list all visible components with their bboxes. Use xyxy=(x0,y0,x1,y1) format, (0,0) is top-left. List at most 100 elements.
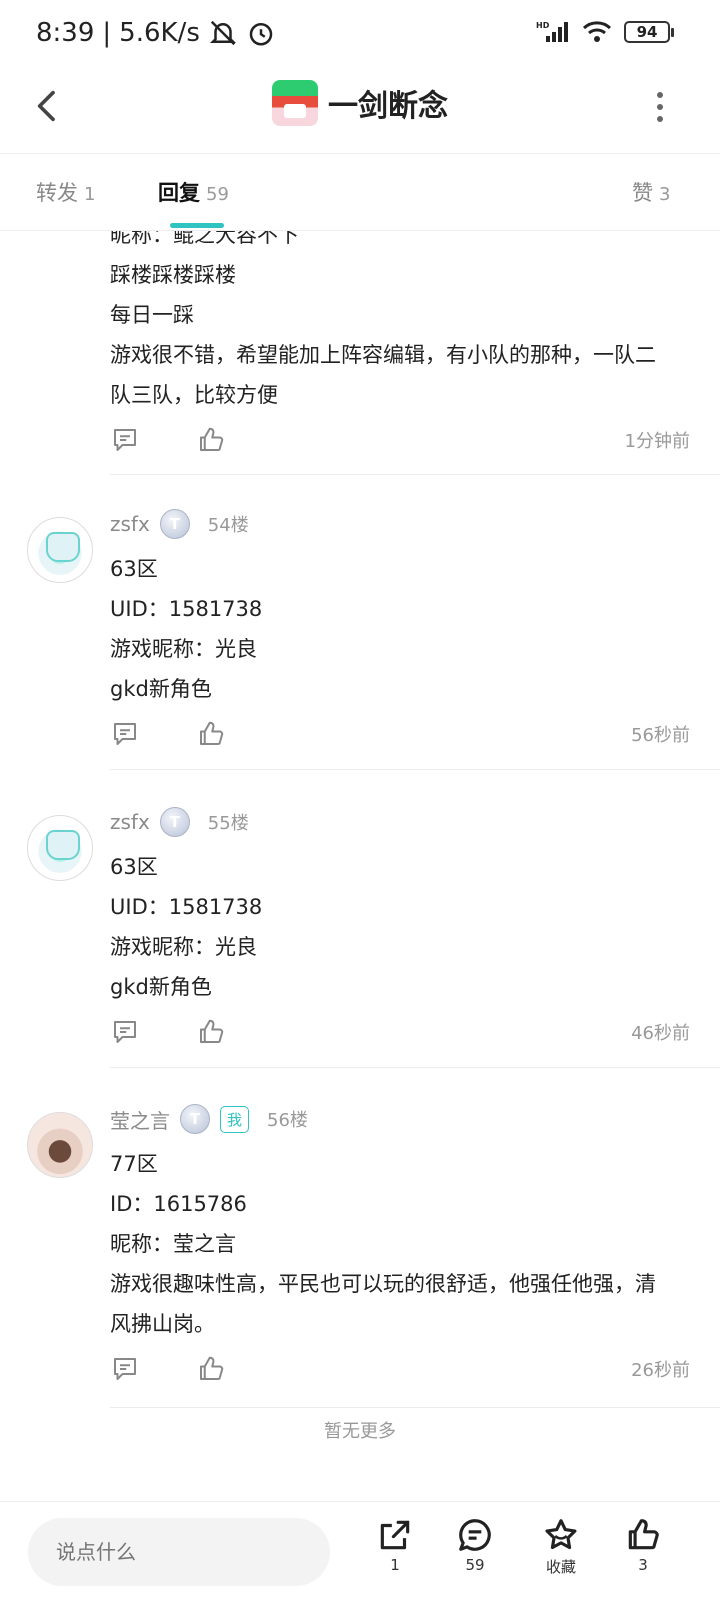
tab-repost[interactable]: 转发 1 xyxy=(36,177,95,207)
screen: 8:39 | 5.6K/s HD 94 一剑断念 转发 1 回复 59 赞 3 … xyxy=(0,0,720,1600)
status-right: HD 94 xyxy=(536,20,674,44)
post-divider xyxy=(110,1407,720,1408)
post-actions: 46秒前 xyxy=(110,1017,690,1051)
avatar[interactable] xyxy=(27,517,93,583)
post-text-line: 昵称：莹之言 xyxy=(110,1232,236,1256)
post-text-line: gkd新角色 xyxy=(110,975,212,999)
battery-icon: 94 xyxy=(624,21,674,43)
floor-number: 54楼 xyxy=(207,515,249,536)
post-divider xyxy=(110,1067,720,1068)
thumbs-up-icon[interactable] xyxy=(196,1017,226,1047)
status-separator: | xyxy=(102,18,112,48)
post-text-line: 游戏很不错，希望能加上阵容编辑，有小队的那种，一队二 xyxy=(110,343,656,367)
like-button[interactable]: 3 xyxy=(608,1516,678,1574)
comment-button[interactable]: 59 xyxy=(440,1516,510,1574)
tab-repost-count: 1 xyxy=(84,184,96,205)
post-time: 56秒前 xyxy=(631,725,690,746)
like-count: 3 xyxy=(638,1556,648,1574)
star-icon xyxy=(545,1519,577,1550)
floor-number: 55楼 xyxy=(207,813,249,834)
level-badge: T xyxy=(180,1104,210,1134)
page-title: 一剑断念 xyxy=(328,89,448,124)
tab-replies-count: 59 xyxy=(206,184,229,205)
post-text-line: gkd新角色 xyxy=(110,677,212,701)
thumbs-up-icon[interactable] xyxy=(196,719,226,749)
post-actions: 26秒前 xyxy=(110,1354,690,1388)
post-text-line: 踩楼踩楼踩楼 xyxy=(110,263,236,287)
post-divider xyxy=(110,474,720,475)
bell-muted-icon xyxy=(209,20,236,46)
post-text-line: 77区 xyxy=(110,1152,158,1176)
tab-bar: 转发 1 回复 59 赞3 xyxy=(0,155,720,231)
username[interactable]: zsfx xyxy=(110,810,150,834)
post-actions: 56秒前 xyxy=(110,719,690,753)
share-icon xyxy=(380,1520,410,1550)
tab-replies[interactable]: 回复 59 xyxy=(158,177,229,207)
post-actions: 1分钟前 xyxy=(110,425,690,459)
post-text-line: 每日一踩 xyxy=(110,303,194,327)
post-text-line: 风拂山岗。 xyxy=(110,1312,215,1336)
post-time: 26秒前 xyxy=(631,1360,690,1381)
post-text-line: UID：1581738 xyxy=(110,895,263,919)
no-more-indicator: 暂无更多 xyxy=(324,1421,396,1442)
comment-icon[interactable] xyxy=(110,1017,140,1047)
comment-icon[interactable] xyxy=(110,1354,140,1384)
avatar[interactable] xyxy=(27,815,93,881)
share-count: 1 xyxy=(390,1556,400,1574)
wifi-icon xyxy=(582,21,612,42)
post-text-line: 昵称：鲲之大容不下 xyxy=(110,231,299,247)
post-divider xyxy=(110,769,720,770)
tab-replies-label: 回复 xyxy=(158,181,200,205)
bottom-action-bar: 1 59 收藏 3 xyxy=(0,1501,720,1600)
post-text-line: 63区 xyxy=(110,855,158,879)
status-left: 8:39 | 5.6K/s xyxy=(36,18,276,48)
post-time: 1分钟前 xyxy=(624,431,690,452)
level-badge: T xyxy=(159,807,190,837)
comment-icon[interactable] xyxy=(110,425,140,455)
battery-level: 94 xyxy=(636,23,658,41)
post-time: 46秒前 xyxy=(631,1023,690,1044)
comment-bubble-icon xyxy=(459,1519,491,1551)
share-button[interactable]: 1 xyxy=(360,1516,430,1574)
thumbs-up-icon[interactable] xyxy=(196,425,226,455)
comment-count: 59 xyxy=(465,1556,485,1574)
status-bar: 8:39 | 5.6K/s HD 94 xyxy=(0,0,720,70)
post-meta: zsfx T 54楼 xyxy=(110,509,249,539)
thumbs-up-icon[interactable] xyxy=(196,1354,226,1384)
post-text-line: 63区 xyxy=(110,557,158,581)
post-meta: zsfx T 55楼 xyxy=(110,807,249,837)
app-header: 一剑断念 xyxy=(0,70,720,154)
collect-label: 收藏 xyxy=(545,1558,576,1576)
alarm-icon xyxy=(249,23,273,46)
floor-number: 56楼 xyxy=(267,1110,308,1131)
tab-likes[interactable]: 赞3 xyxy=(632,177,670,207)
me-badge: 我 xyxy=(220,1105,250,1133)
collect-button[interactable]: 收藏 xyxy=(526,1516,596,1577)
comment-icon[interactable] xyxy=(110,719,140,749)
more-options-icon[interactable] xyxy=(656,92,664,122)
status-speed: 5.6K/s xyxy=(119,18,200,48)
thumbs-up-icon xyxy=(628,1519,659,1550)
tab-repost-label: 转发 xyxy=(36,181,78,205)
tab-likes-label: 赞 xyxy=(632,181,653,205)
username[interactable]: zsfx xyxy=(110,512,150,536)
post-text-line: 游戏昵称：光良 xyxy=(110,637,257,661)
post-text-line: 游戏昵称：光良 xyxy=(110,935,257,959)
post-text-line: 队三队，比较方便 xyxy=(110,383,278,407)
game-icon xyxy=(272,80,318,126)
comment-input[interactable] xyxy=(28,1518,330,1586)
reply-feed[interactable]: 昵称：鲲之大容不下 踩楼踩楼踩楼 每日一踩 游戏很不错，希望能加上阵容编辑，有小… xyxy=(0,231,720,1501)
status-time: 8:39 xyxy=(36,18,95,48)
username[interactable]: 莹之言 xyxy=(110,1105,170,1134)
level-badge: T xyxy=(159,509,190,539)
avatar[interactable] xyxy=(27,1112,93,1178)
post-meta: 莹之言 T 我 56楼 xyxy=(110,1104,308,1134)
header-title-group: 一剑断念 xyxy=(0,80,720,126)
post-text-line: 游戏很趣味性高，平民也可以玩的很舒适，他强任他强，清 xyxy=(110,1272,656,1296)
post-text-line: ID：1615786 xyxy=(110,1192,247,1216)
active-tab-indicator xyxy=(170,223,224,228)
network-label: HD xyxy=(536,21,550,30)
signal-icon: HD xyxy=(536,21,568,42)
post-text-line: UID：1581738 xyxy=(110,597,263,621)
tab-likes-count: 3 xyxy=(659,184,671,205)
